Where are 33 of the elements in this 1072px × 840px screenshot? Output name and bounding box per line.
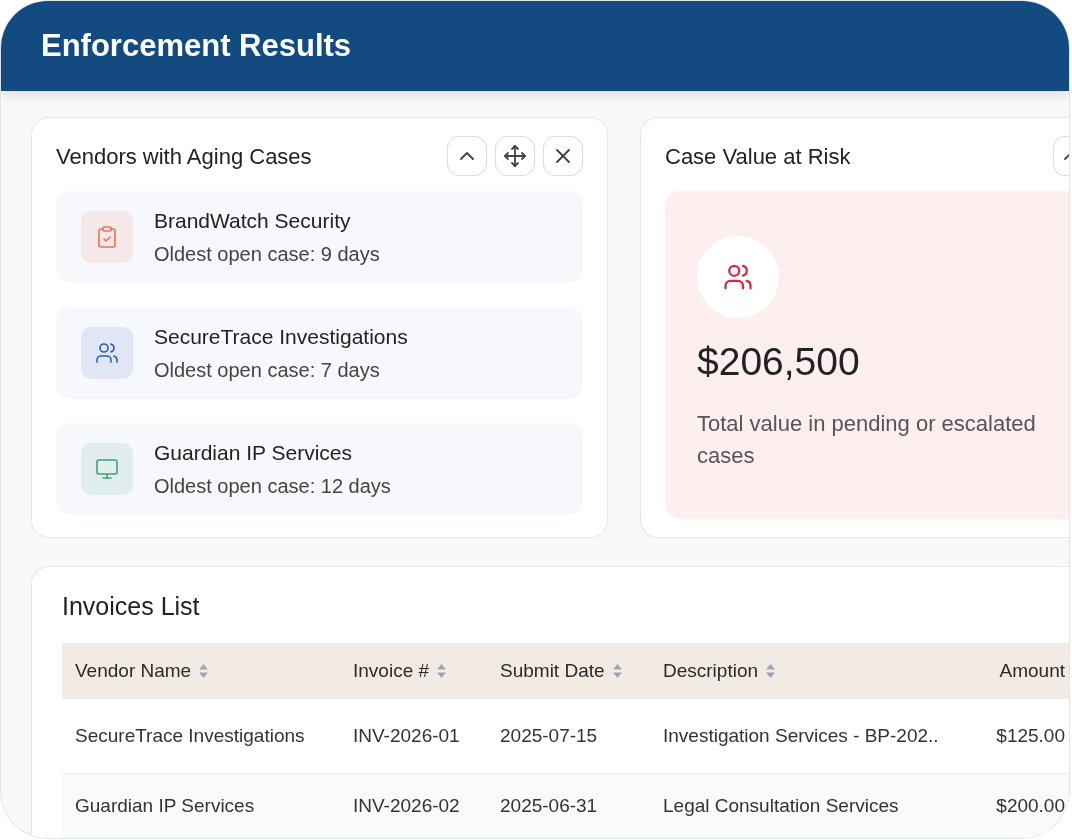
table-cell-text: Legal Consultation Services	[662, 794, 900, 819]
table-cell-text: $200.00	[995, 794, 1066, 819]
vendor-name: Guardian IP Services	[154, 440, 354, 466]
column-header[interactable]: Amount	[991, 656, 1069, 686]
vendor-name: SecureTrace Investigations	[154, 324, 408, 350]
column-header[interactable]: Submit Date	[487, 656, 650, 686]
card-title: Invoices List	[62, 591, 201, 622]
card-title: Case Value at Risk	[665, 142, 852, 171]
table-cell-text: 2025-07-15	[499, 723, 599, 748]
column-header[interactable]: Vendor Name	[62, 656, 340, 686]
card-title: Vendors with Aging Cases	[56, 142, 313, 171]
page-title: Enforcement Results	[41, 26, 352, 65]
column-header[interactable]: Description	[650, 656, 991, 686]
chevron-up-icon	[1064, 151, 1069, 161]
table-cell-text: Guardian IP Services	[74, 794, 256, 819]
table-cell-text: INV-2026-02	[352, 794, 461, 819]
stat-value: $206,500	[697, 339, 860, 385]
vendor-detail: Oldest open case: 12 days	[154, 474, 391, 498]
stat-description: Total value in pending or escalated cases	[697, 410, 1037, 470]
collapse-button[interactable]	[447, 136, 487, 176]
table-cell-text: SecureTrace Investigations	[74, 723, 306, 748]
vendor-name: BrandWatch Security	[154, 208, 352, 234]
vendor-detail: Oldest open case: 7 days	[154, 358, 381, 382]
table-cell-text: Investigation Services - BP-202..	[662, 723, 940, 748]
table-cell-text: INV-2026-01	[352, 723, 461, 748]
vendor-detail: Oldest open case: 9 days	[154, 242, 380, 266]
table-cell-text: 2025-06-31	[499, 794, 599, 819]
column-header[interactable]: Invoice #	[340, 656, 487, 686]
table-cell-text: $125.00	[995, 723, 1066, 748]
move-arrows-icon	[503, 144, 527, 168]
move-button[interactable]	[495, 136, 535, 176]
collapse-button[interactable]	[1053, 136, 1069, 176]
close-button[interactable]	[543, 136, 583, 176]
